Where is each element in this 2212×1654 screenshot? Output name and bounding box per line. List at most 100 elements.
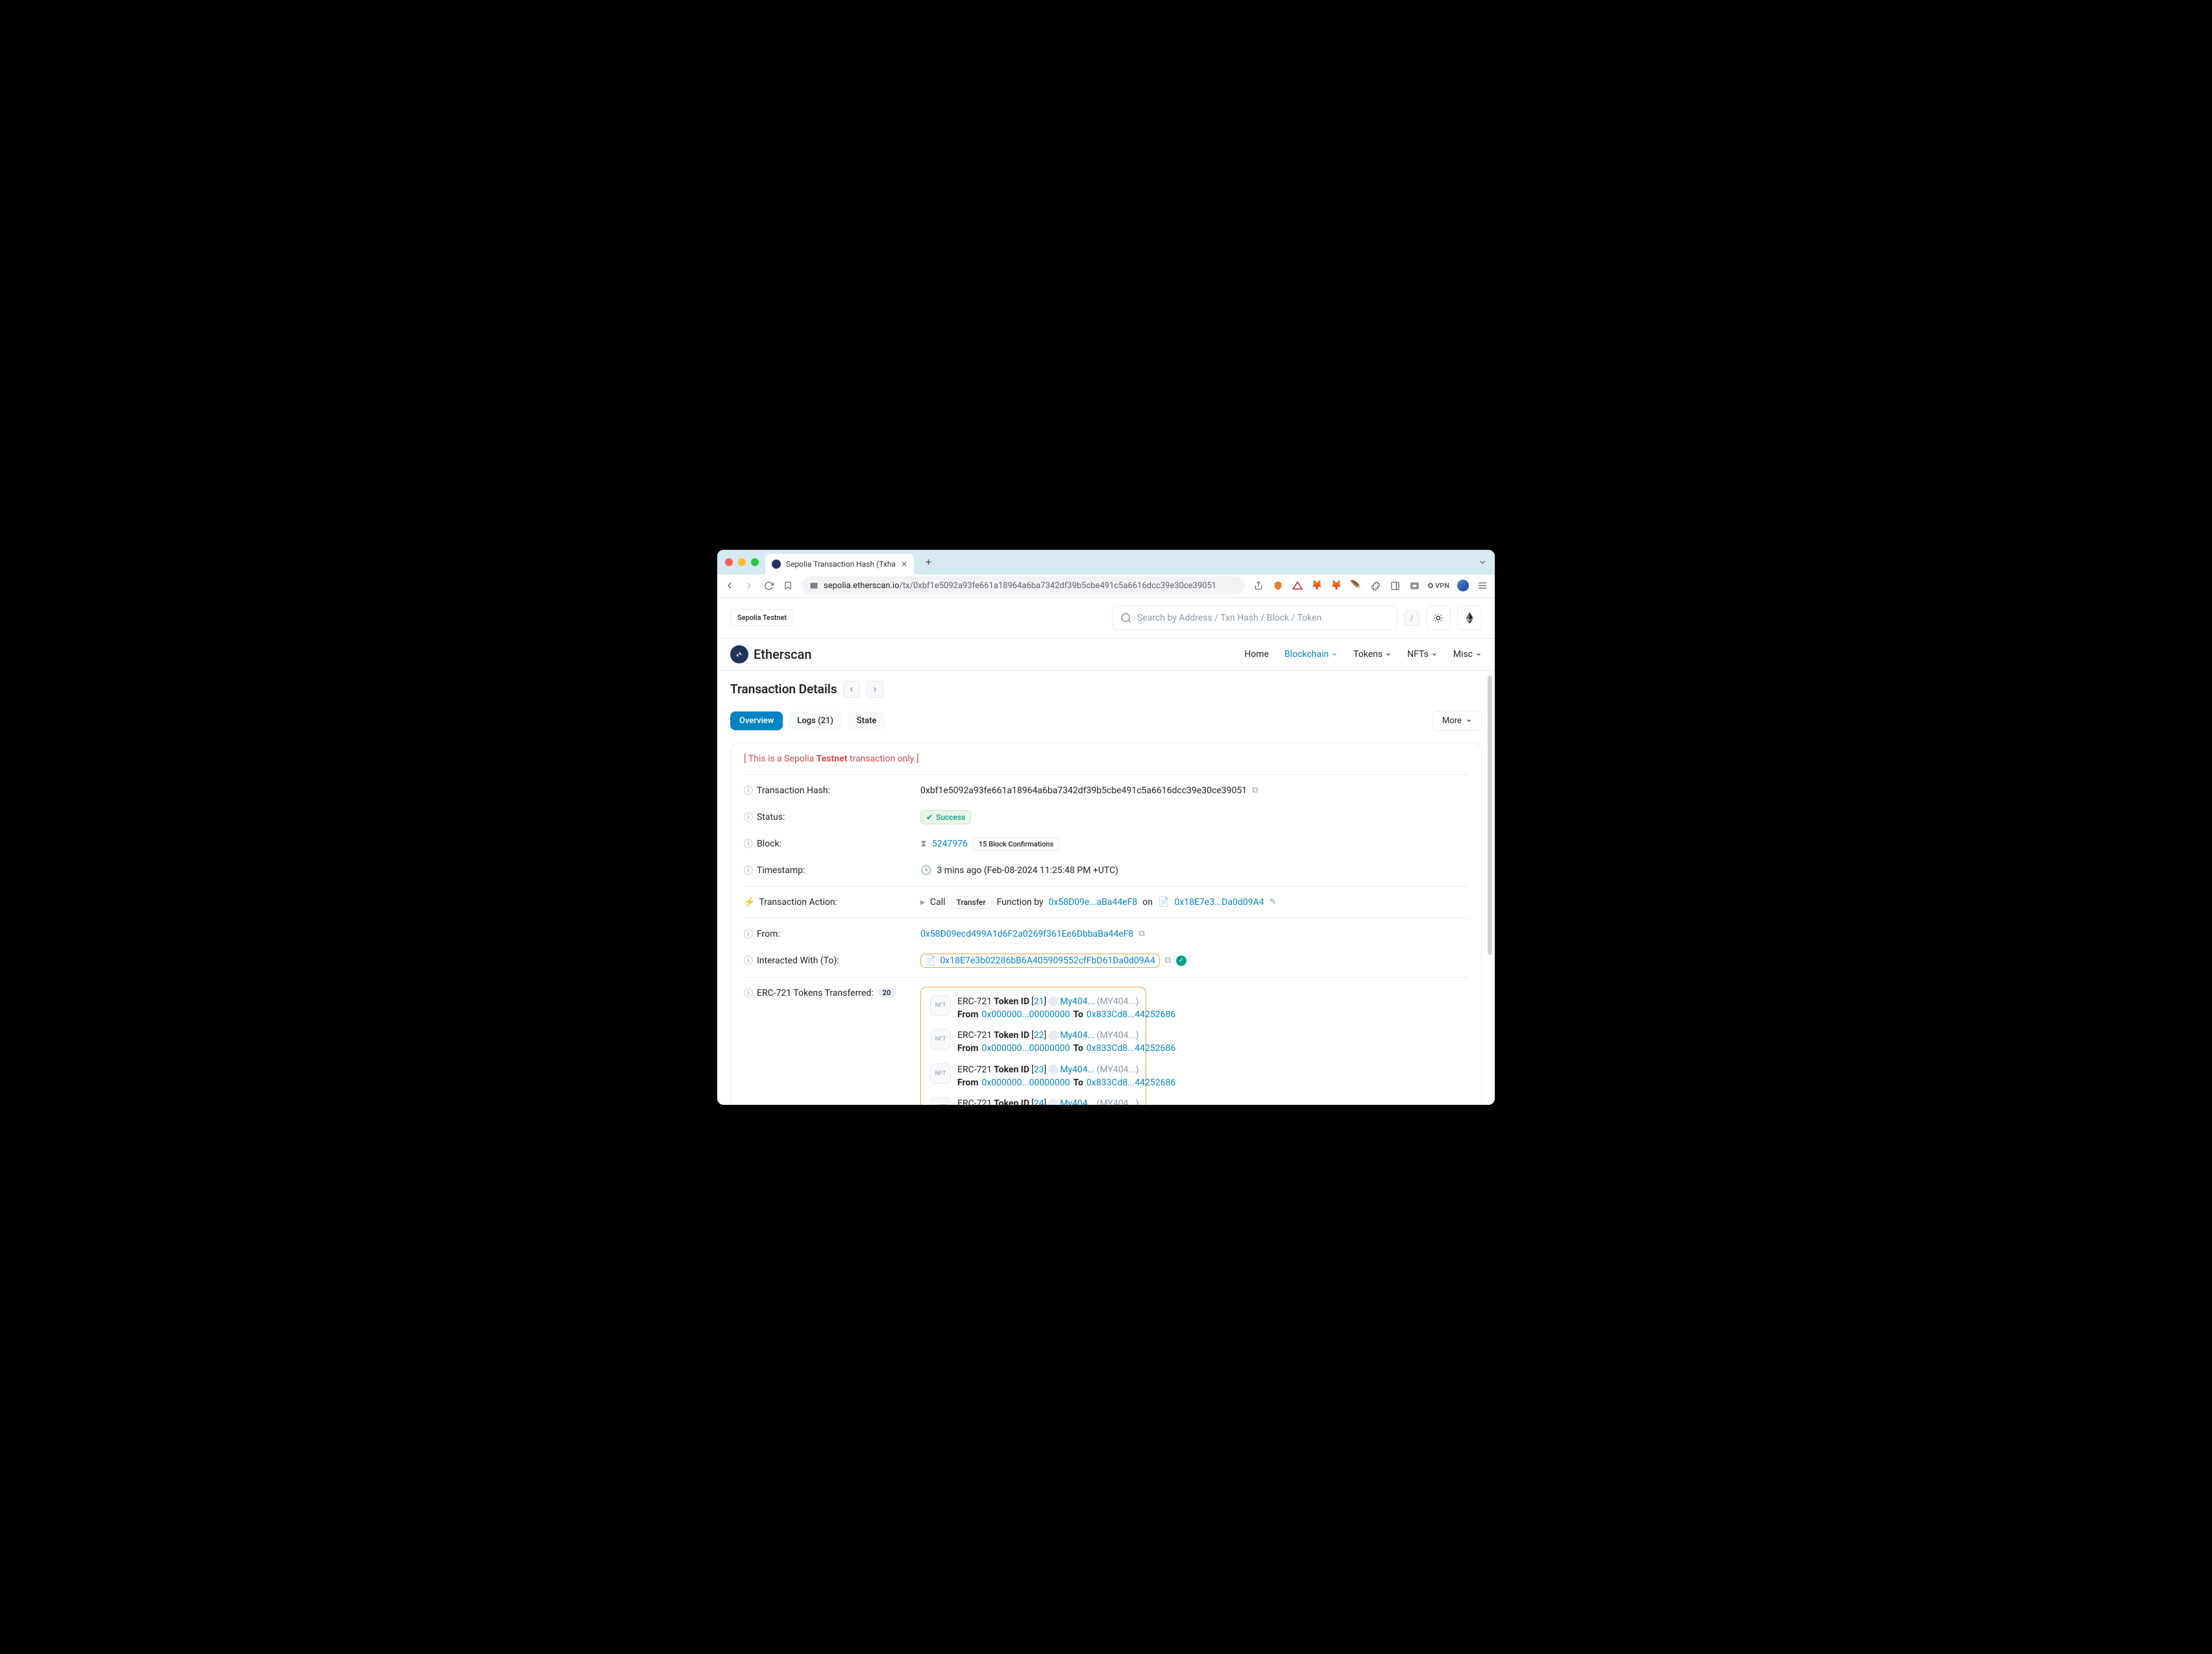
favicon-icon xyxy=(772,560,781,569)
token-id-label: Token ID xyxy=(994,1029,1029,1042)
testnet-notice: [ This is a Sepolia Testnet transaction … xyxy=(744,743,1468,775)
help-icon[interactable]: ⓘ xyxy=(744,954,753,967)
help-icon[interactable]: ⓘ xyxy=(744,837,753,850)
network-badge[interactable]: Sepolia Testnet xyxy=(730,610,794,626)
chevron-down-icon xyxy=(1331,651,1338,658)
profile-icon[interactable] xyxy=(1457,580,1469,591)
nav-blockchain[interactable]: Blockchain xyxy=(1284,649,1338,660)
token-id-link[interactable]: 24 xyxy=(1034,1098,1044,1104)
theme-toggle-button[interactable] xyxy=(1426,606,1451,630)
close-tab-button[interactable]: ✕ xyxy=(901,560,907,569)
sidepanel-icon[interactable] xyxy=(1389,580,1401,591)
to-link[interactable]: 0x18E7e3b02286bB6A405909552cfFbD61Da0d09… xyxy=(940,956,1155,966)
row-from: ⓘ From: 0x58D09ecd499A1d6F2a0269f361Ee6D… xyxy=(744,921,1468,947)
action-to-link[interactable]: 0x18E7e3...Da0d09A4 xyxy=(1174,897,1264,907)
token-id-link[interactable]: 21 xyxy=(1034,996,1044,1007)
token-name-link[interactable]: My404... xyxy=(1060,1029,1095,1042)
token-symbol: (MY404...) xyxy=(1097,1029,1139,1042)
maximize-window-button[interactable] xyxy=(751,558,759,566)
copy-icon[interactable]: ⧉ xyxy=(1165,956,1171,965)
tab-state[interactable]: State xyxy=(848,711,886,730)
extension-1-icon[interactable]: 🦊 xyxy=(1311,580,1323,591)
transfer-from-link[interactable]: 0x000000...00000000 xyxy=(981,1042,1070,1055)
extension-icons: 🦊 🦊 🪶 VPN xyxy=(1253,580,1488,591)
extension-2-icon[interactable]: 🪶 xyxy=(1350,580,1362,591)
back-button[interactable] xyxy=(724,580,735,591)
page-title-row: Transaction Details xyxy=(730,681,1482,698)
transfers-box: NFT ERC-721 Token ID [21] My404...(MY404… xyxy=(920,987,1146,1105)
bookmark-button[interactable] xyxy=(782,580,794,591)
edit-icon[interactable]: ✎ xyxy=(1269,897,1276,907)
vpn-button[interactable]: VPN xyxy=(1428,580,1449,591)
help-icon[interactable]: ⓘ xyxy=(744,987,753,1000)
token-name-link[interactable]: My404... xyxy=(1060,1097,1095,1104)
erc-label: ERC-721 xyxy=(957,1029,992,1042)
shield-icon[interactable] xyxy=(1272,580,1284,591)
close-window-button[interactable] xyxy=(725,558,733,566)
help-icon[interactable]: ⓘ xyxy=(744,864,753,877)
nft-icon: NFT xyxy=(930,1097,951,1104)
more-button[interactable]: More xyxy=(1432,711,1482,731)
nav-links: Home Blockchain Tokens NFTs Misc xyxy=(1244,649,1482,660)
metamask-icon[interactable]: 🦊 xyxy=(1331,580,1342,591)
search-input[interactable]: Search by Address / Txn Hash / Block / T… xyxy=(1112,606,1397,630)
minimize-window-button[interactable] xyxy=(738,558,746,566)
scrollbar[interactable] xyxy=(1488,676,1492,955)
nav-misc[interactable]: Misc xyxy=(1453,649,1482,660)
confirmations-badge: 15 Block Confirmations xyxy=(973,837,1059,851)
tab-overview[interactable]: Overview xyxy=(730,711,783,730)
transfer-to-link[interactable]: 0x833Cd8...44252686 xyxy=(1087,1076,1175,1089)
token-id-link[interactable]: 22 xyxy=(1034,1030,1044,1041)
logo-icon xyxy=(730,645,748,663)
address-bar[interactable]: sepolia.etherscan.io/tx/0xbf1e5092a93fe6… xyxy=(802,576,1245,595)
tab-dropdown-button[interactable] xyxy=(1478,558,1487,567)
page-title: Transaction Details xyxy=(730,682,837,697)
tab-logs[interactable]: Logs (21) xyxy=(788,711,842,730)
action-from-link[interactable]: 0x58D09e...aBa44eF8 xyxy=(1049,897,1138,907)
copy-icon[interactable]: ⧉ xyxy=(1138,929,1144,939)
lightning-icon: ⚡ xyxy=(744,897,755,907)
eth-button[interactable] xyxy=(1457,606,1482,630)
row-action: ⚡ Transaction Action: ▸ Call Transfer Fu… xyxy=(744,889,1468,915)
help-icon[interactable]: ⓘ xyxy=(744,928,753,941)
reload-button[interactable] xyxy=(763,580,774,591)
nav-nfts[interactable]: NFTs xyxy=(1407,649,1438,660)
extensions-button[interactable] xyxy=(1370,580,1381,591)
logo[interactable]: Etherscan xyxy=(730,645,812,663)
token-id-label: Token ID xyxy=(994,1063,1029,1076)
transfer-from-link[interactable]: 0x000000...00000000 xyxy=(981,1008,1070,1021)
prev-tx-button[interactable] xyxy=(843,681,860,698)
transfer-to-link[interactable]: 0x833Cd8...44252686 xyxy=(1087,1042,1175,1055)
help-icon[interactable]: ⓘ xyxy=(744,811,753,824)
forward-button[interactable] xyxy=(743,580,755,591)
token-id-label: Token ID xyxy=(994,995,1029,1008)
details-card: [ This is a Sepolia Testnet transaction … xyxy=(730,743,1482,1105)
nft-icon: NFT xyxy=(930,995,951,1016)
row-block: ⓘ Block: ⧗ 5247976 15 Block Confirmation… xyxy=(744,831,1468,858)
transfer-to-link[interactable]: 0x833Cd8...44252686 xyxy=(1087,1008,1175,1021)
from-label: From xyxy=(957,1076,978,1089)
next-tx-button[interactable] xyxy=(866,681,883,698)
share-icon[interactable] xyxy=(1253,580,1264,591)
block-link[interactable]: 5247976 xyxy=(932,839,968,849)
transfer-from-link[interactable]: 0x000000...00000000 xyxy=(981,1076,1070,1089)
from-link[interactable]: 0x58D09ecd499A1d6F2a0269f361Ee6DbbaBa44e… xyxy=(920,929,1133,939)
token-name-link[interactable]: My404... xyxy=(1060,1063,1095,1076)
triangle-icon[interactable] xyxy=(1292,580,1303,591)
browser-tab[interactable]: Sepolia Transaction Hash (Txha ✕ xyxy=(765,554,914,574)
copy-icon[interactable]: ⧉ xyxy=(1252,785,1258,795)
new-tab-button[interactable]: + xyxy=(920,553,937,571)
token-symbol: (MY404...) xyxy=(1097,1063,1139,1076)
tabs-icon[interactable] xyxy=(1408,580,1420,591)
page-content: Sepolia Testnet Search by Address / Txn … xyxy=(717,598,1495,1105)
nav-home[interactable]: Home xyxy=(1244,649,1269,660)
to-label: To xyxy=(1074,1076,1083,1089)
menu-icon[interactable] xyxy=(1477,580,1488,591)
nav-bar: Etherscan Home Blockchain Tokens NFTs Mi… xyxy=(717,638,1495,671)
token-id-link[interactable]: 23 xyxy=(1034,1065,1044,1075)
caret-icon: ▸ xyxy=(920,897,925,907)
help-icon[interactable]: ⓘ xyxy=(744,784,753,797)
top-bar: Sepolia Testnet Search by Address / Txn … xyxy=(717,598,1495,638)
token-name-link[interactable]: My404... xyxy=(1060,995,1095,1008)
nav-tokens[interactable]: Tokens xyxy=(1353,649,1392,660)
